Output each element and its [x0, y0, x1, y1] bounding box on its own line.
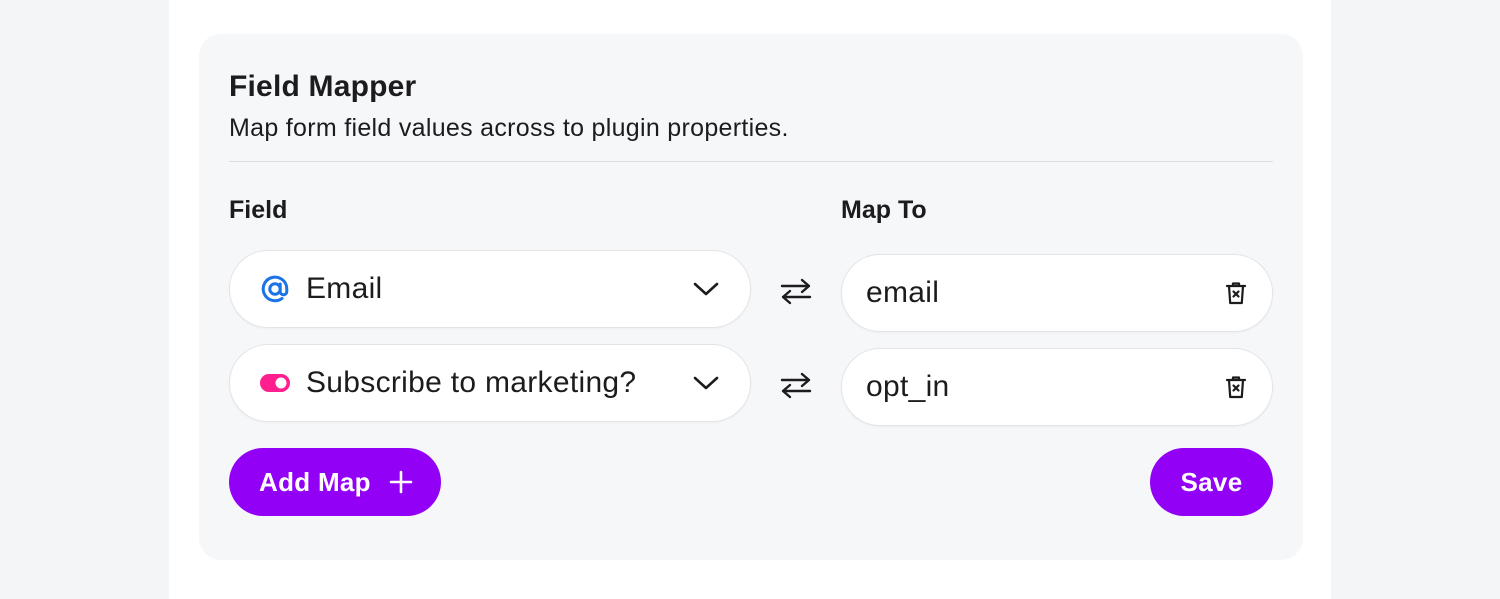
field-column-label: Field — [229, 196, 288, 224]
field-select-value: Subscribe to marketing? — [306, 366, 637, 399]
map-to-value[interactable]: opt_in — [866, 370, 1222, 404]
divider — [229, 161, 1273, 162]
add-map-button[interactable]: Add Map — [229, 448, 441, 516]
map-to-field-opt-in[interactable]: opt_in — [841, 348, 1273, 426]
field-mapper-card: Field Mapper Map form field values acros… — [199, 34, 1303, 560]
field-select-subscribe[interactable]: Subscribe to marketing? — [229, 344, 751, 422]
field-select-email[interactable]: Email — [229, 250, 751, 328]
trash-icon[interactable] — [1222, 279, 1250, 307]
at-sign-icon — [258, 272, 292, 306]
map-to-column-label: Map To — [841, 196, 927, 224]
chevron-down-icon — [692, 275, 720, 303]
chevron-down-icon — [692, 369, 720, 397]
card-title: Field Mapper — [229, 70, 417, 103]
plus-icon — [389, 470, 413, 494]
field-select-value: Email — [306, 272, 383, 305]
toggle-icon — [258, 366, 292, 400]
card-subtitle: Map form field values across to plugin p… — [229, 114, 789, 142]
save-button[interactable]: Save — [1150, 448, 1273, 516]
page-panel: Field Mapper Map form field values acros… — [169, 0, 1331, 599]
add-map-label: Add Map — [259, 466, 371, 497]
map-to-value[interactable]: email — [866, 276, 1222, 310]
swap-arrows-icon — [776, 365, 816, 405]
map-to-field-email[interactable]: email — [841, 254, 1273, 332]
trash-icon[interactable] — [1222, 373, 1250, 401]
swap-arrows-icon — [776, 271, 816, 311]
